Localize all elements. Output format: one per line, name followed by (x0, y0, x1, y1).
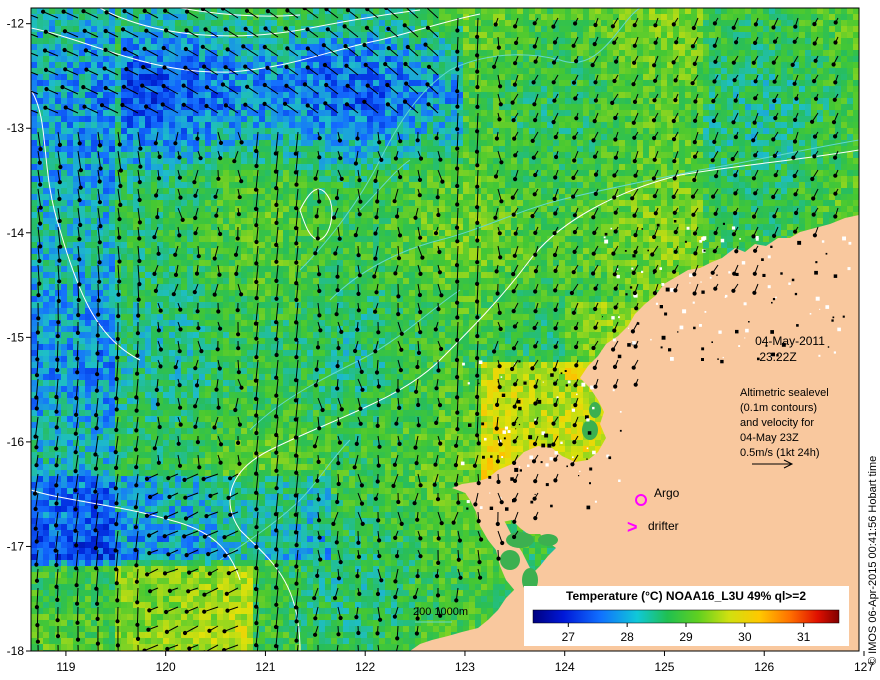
colorbar-scale (532, 609, 840, 624)
drifter-marker-icon: > (627, 517, 638, 537)
colorbar-tick-label: 28 (620, 630, 634, 644)
colorbar-tick-label: 30 (738, 630, 752, 644)
x-tick-label: 124 (555, 660, 575, 674)
y-axis: -12 -13 -14 -15 -16 -17 -18 (7, 17, 31, 658)
sst-map: 119 120 121 122 123 124 125 126 127 -12-13-14-15… (7, 7, 879, 674)
y-tick-label: -16 (7, 435, 25, 449)
estuary (500, 550, 520, 570)
colorbar-title: Temperature (°C) NOAA16_L3U 49% ql>=2 (566, 589, 806, 603)
colorbar-tick-label: 29 (679, 630, 693, 644)
y-tick-label: -15 (7, 330, 25, 344)
x-axis: 119 120 121 122 123 124 125 126 127 (56, 651, 874, 674)
colorbar-tick-label: 27 (562, 630, 576, 644)
time-label: 23:22Z (759, 350, 796, 364)
argo-label: Argo (654, 486, 680, 500)
copyright-side-label: © IMOS 06-Apr-2015 00:41:56 Hobart time (867, 456, 879, 665)
colorbar: Temperature (°C) NOAA16_L3U 49% ql>=2 27… (524, 586, 849, 646)
x-tick-label: 120 (156, 660, 176, 674)
y-tick-label: -12 (7, 17, 25, 31)
estuary (538, 534, 558, 546)
y-tick-label: -14 (7, 226, 25, 240)
x-tick-label: 123 (455, 660, 475, 674)
x-tick-label: 119 (56, 660, 75, 674)
y-tick-label: -18 (7, 644, 25, 658)
x-tick-label: 122 (355, 660, 375, 674)
estuary (582, 420, 598, 440)
drifter-label: drifter (648, 519, 679, 533)
estuary (506, 532, 534, 548)
date-label: 04-May-2011 (755, 334, 825, 348)
x-tick-label: 126 (754, 660, 774, 674)
y-tick-label: -13 (7, 121, 25, 135)
colorbar-tick-label: 31 (797, 630, 811, 644)
x-tick-label: 121 (255, 660, 275, 674)
y-tick-label: -17 (7, 539, 25, 553)
estuary (589, 402, 601, 418)
depth-contour-legend: 200 1000m (413, 606, 468, 618)
x-tick-label: 125 (654, 660, 674, 674)
